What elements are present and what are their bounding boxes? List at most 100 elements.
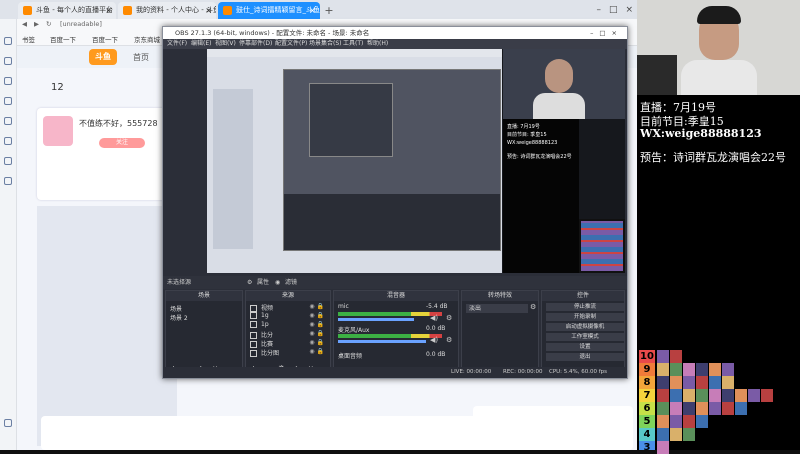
visibility-lock-icon[interactable]: ◉ 🔒 bbox=[309, 303, 324, 310]
speaker-icon[interactable]: ◀) bbox=[430, 314, 438, 322]
character-portrait bbox=[683, 376, 695, 389]
sidebar-icon[interactable] bbox=[4, 37, 12, 45]
minimize-icon[interactable]: – bbox=[596, 5, 601, 15]
bookmark-item[interactable]: 书签 bbox=[22, 34, 35, 44]
character-portrait bbox=[761, 389, 773, 402]
preview-line: 预告: 诗词群瓦龙演唱会22号 bbox=[507, 154, 572, 160]
avatar[interactable] bbox=[43, 116, 73, 146]
obs-preview[interactable]: 直播: 7月19号 目前节目: 季皇15 WX:weige88888123 预告… bbox=[207, 49, 625, 273]
cpu-fps: CPU: 5.4%, 60.00 fps bbox=[549, 369, 608, 375]
bookmark-item[interactable]: 百度一下 bbox=[50, 34, 76, 44]
gear-icon[interactable]: ⚙ bbox=[446, 314, 452, 322]
source-item[interactable]: 比分 bbox=[250, 330, 273, 339]
filter-icon[interactable]: ◉ bbox=[275, 276, 280, 289]
tier-label: 8 bbox=[639, 376, 655, 389]
mail-icon[interactable] bbox=[4, 97, 12, 105]
scene-item[interactable]: 场景 2 bbox=[170, 313, 188, 322]
mixer-dock: 混音器 mic -5.4 dB ◀) ⚙ 麦克风/Aux 0.0 dB ◀) ⚙… bbox=[333, 290, 459, 375]
menu-help[interactable]: 帮助(H) bbox=[367, 39, 388, 49]
settings-button[interactable]: 设置 bbox=[546, 343, 624, 351]
news-icon[interactable] bbox=[4, 137, 12, 145]
site-logo[interactable]: 斗鱼 bbox=[89, 49, 117, 65]
tier-label: 3 bbox=[639, 441, 655, 453]
source-item[interactable]: 视频 bbox=[250, 303, 273, 312]
menu-view[interactable]: 视图(V) bbox=[215, 39, 236, 49]
close-window-icon[interactable]: × bbox=[625, 5, 633, 15]
url-text[interactable]: [unreadable] bbox=[60, 20, 102, 28]
back-icon[interactable]: ◀ bbox=[22, 20, 27, 28]
mixer-channel-db: 0.0 dB bbox=[426, 351, 446, 358]
search-icon[interactable] bbox=[4, 77, 12, 85]
obs-menubar: 文件(F) 编辑(E) 视图(V) 停靠部件(D) 配置文件(P) 场景集合(S… bbox=[163, 39, 627, 49]
visibility-lock-icon[interactable]: ◉ 🔒 bbox=[309, 312, 324, 319]
source-item[interactable]: 比分图 bbox=[250, 348, 279, 357]
tab-profile[interactable]: 我的资料 - 个人中心 - 斗鱼 × bbox=[118, 2, 216, 19]
preview-line: WX:weige88888123 bbox=[507, 140, 558, 146]
background-piano bbox=[637, 55, 677, 95]
cart-icon[interactable] bbox=[4, 157, 12, 165]
filters-button[interactable]: 滤镜 bbox=[285, 276, 297, 289]
new-tab-button[interactable]: + bbox=[322, 2, 336, 19]
menu-file[interactable]: 文件(F) bbox=[167, 39, 187, 49]
source-item[interactable]: 1p bbox=[250, 321, 269, 328]
close-icon[interactable]: × bbox=[105, 2, 112, 19]
mixer-dock-header: 混音器 bbox=[334, 291, 458, 301]
close-icon[interactable]: × bbox=[205, 2, 212, 19]
tier-label: 5 bbox=[639, 415, 655, 428]
gear-icon[interactable]: ⚙ bbox=[530, 303, 536, 311]
properties-button[interactable]: 属性 bbox=[257, 276, 269, 289]
studio-mode-button[interactable]: 工作室模式 bbox=[546, 333, 624, 341]
menu-edit[interactable]: 编辑(E) bbox=[191, 39, 211, 49]
menu-scene-collection[interactable]: 场景集合(S) bbox=[309, 39, 342, 49]
streamer-hair bbox=[697, 6, 741, 24]
obs-window-controls[interactable]: –□× bbox=[590, 27, 623, 39]
obs-status-bar: LIVE: 00:00:00 REC: 00:00:00 CPU: 5.4%, … bbox=[163, 367, 627, 377]
stop-streaming-button[interactable]: 停止推流 bbox=[546, 303, 624, 311]
rec-time: REC: 00:00:00 bbox=[503, 369, 543, 375]
visibility-lock-icon[interactable]: ◉ 🔒 bbox=[309, 339, 324, 346]
visibility-lock-icon[interactable]: ◉ 🔒 bbox=[309, 330, 324, 337]
character-portrait bbox=[722, 402, 734, 415]
tier-row bbox=[657, 428, 697, 441]
volume-slider[interactable] bbox=[338, 318, 414, 321]
note-icon[interactable] bbox=[4, 177, 12, 185]
audio-meter bbox=[338, 312, 442, 316]
source-item[interactable]: 1g bbox=[250, 312, 269, 319]
menu-profile[interactable]: 配置文件(P) bbox=[275, 39, 307, 49]
virtual-camera-button[interactable]: 启动虚拟摄像机 bbox=[546, 323, 624, 331]
source-item[interactable]: 比赛 bbox=[250, 339, 273, 348]
volume-slider[interactable] bbox=[338, 340, 426, 343]
tier-row bbox=[657, 389, 785, 402]
preview-overlay-text: 直播: 7月19号 目前节目: 季皇15 WX:weige88888123 预告… bbox=[507, 123, 572, 161]
speaker-icon[interactable]: ◀) bbox=[430, 336, 438, 344]
home-link[interactable]: 首页 bbox=[133, 52, 149, 63]
menu-docks[interactable]: 停靠部件(D) bbox=[239, 39, 272, 49]
menu-tools[interactable]: 工具(T) bbox=[343, 39, 363, 49]
start-recording-button[interactable]: 开始录制 bbox=[546, 313, 624, 321]
character-portrait bbox=[696, 402, 708, 415]
visibility-lock-icon[interactable]: ◉ 🔒 bbox=[309, 321, 324, 328]
maximize-icon[interactable]: □ bbox=[609, 5, 618, 15]
preview-line: 直播: 7月19号 bbox=[507, 124, 540, 130]
character-portrait bbox=[696, 376, 708, 389]
bookmark-item[interactable]: 百度一下 bbox=[92, 34, 118, 44]
tab-douyu-home[interactable]: 斗鱼 - 每个人的直播平台 × bbox=[18, 2, 116, 19]
tab-live-room[interactable]: 鼓仕_诗词擂精颖留言_斗鱼直播平台 × bbox=[218, 2, 320, 19]
refresh-icon[interactable]: ↻ bbox=[46, 20, 51, 28]
add-icon[interactable] bbox=[4, 419, 12, 427]
close-icon[interactable]: × bbox=[309, 2, 316, 19]
bookmark-item[interactable]: 京东商城 bbox=[134, 34, 160, 44]
character-portrait bbox=[722, 389, 734, 402]
follow-button[interactable]: 关注 bbox=[99, 138, 145, 148]
game-icon[interactable] bbox=[4, 117, 12, 125]
transition-select[interactable]: 淡出 bbox=[466, 304, 528, 313]
exit-button[interactable]: 退出 bbox=[546, 353, 624, 361]
scene-item[interactable]: 场景 bbox=[170, 304, 182, 313]
character-portrait bbox=[709, 402, 721, 415]
forward-icon[interactable]: ▶ bbox=[34, 20, 39, 28]
tier-label: 9 bbox=[639, 363, 655, 376]
gear-icon[interactable]: ⚙ bbox=[247, 276, 252, 289]
visibility-lock-icon[interactable]: ◉ 🔒 bbox=[309, 348, 324, 355]
star-icon[interactable] bbox=[4, 57, 12, 65]
gear-icon[interactable]: ⚙ bbox=[446, 336, 452, 344]
